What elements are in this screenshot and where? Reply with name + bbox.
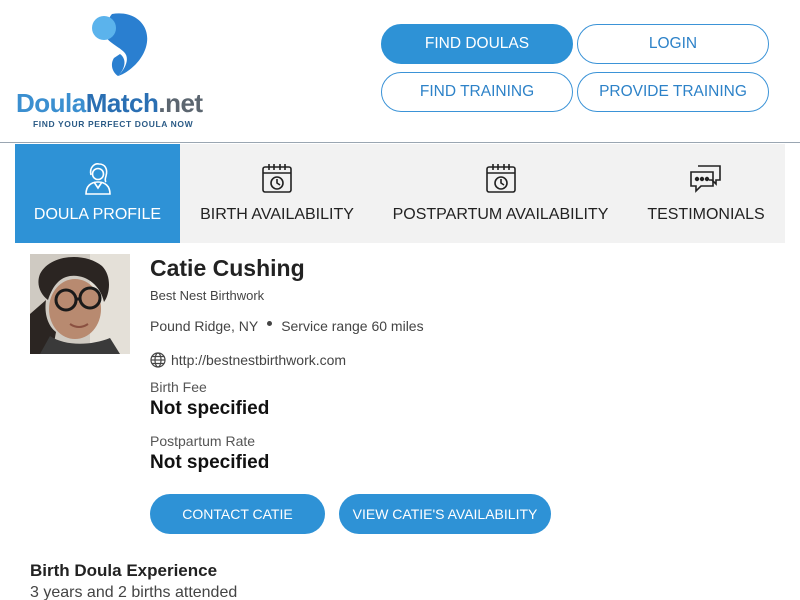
postpartum-rate-value: Not specified bbox=[150, 452, 270, 473]
tab-testimonials[interactable]: TESTIMONIALS bbox=[640, 144, 772, 243]
website-url[interactable]: http://bestnestbirthwork.com bbox=[171, 352, 346, 368]
separator-dot bbox=[267, 320, 273, 326]
login-button[interactable]: LOGIN bbox=[577, 24, 769, 64]
logo-text-net: .net bbox=[158, 88, 203, 118]
calendar-clock-icon bbox=[259, 160, 295, 196]
tab-birth-availability[interactable]: BIRTH AVAILABILITY bbox=[187, 144, 367, 243]
find-training-button[interactable]: FIND TRAINING bbox=[381, 72, 573, 112]
doula-avatar-icon bbox=[80, 160, 116, 196]
logo-mark-icon bbox=[92, 13, 148, 76]
tab-doula-profile[interactable]: DOULA PROFILE bbox=[15, 144, 180, 243]
birth-fee-value: Not specified bbox=[150, 398, 270, 419]
logo-text-match: Match bbox=[85, 88, 159, 118]
business-name: Best Nest Birthwork bbox=[150, 288, 265, 303]
postpartum-rate-label: Postpartum Rate bbox=[150, 433, 256, 449]
tab-label: TESTIMONIALS bbox=[647, 206, 765, 223]
location-text: Pound Ridge, NY bbox=[150, 318, 259, 334]
logo-text-doula: Doula bbox=[16, 88, 86, 118]
tab-label: POSTPARTUM AVAILABILITY bbox=[392, 206, 609, 223]
chat-bubbles-icon bbox=[688, 160, 724, 196]
site-header: DoulaMatch.net FIND YOUR PERFECT DOULA N… bbox=[0, 0, 800, 143]
logo-tagline: FIND YOUR PERFECT DOULA NOW bbox=[33, 119, 194, 129]
service-range-text: Service range 60 miles bbox=[281, 318, 424, 334]
profile-section: Catie Cushing Best Nest Birthwork Pound … bbox=[0, 243, 800, 600]
experience-title: Birth Doula Experience bbox=[30, 561, 218, 580]
tab-postpartum-availability[interactable]: POSTPARTUM AVAILABILITY bbox=[387, 144, 614, 243]
doula-name: Catie Cushing bbox=[150, 255, 305, 281]
logo-wordmark: DoulaMatch.net bbox=[16, 88, 203, 119]
location-line: Pound Ridge, NY Service range 60 miles bbox=[150, 318, 424, 334]
find-doulas-button[interactable]: FIND DOULAS bbox=[381, 24, 573, 64]
calendar-clock-icon bbox=[483, 160, 519, 196]
globe-icon bbox=[150, 352, 166, 368]
profile-photo bbox=[30, 254, 130, 354]
tab-label: DOULA PROFILE bbox=[33, 206, 162, 223]
experience-text: 3 years and 2 births attended bbox=[30, 584, 238, 600]
view-availability-button[interactable]: VIEW CATIE'S AVAILABILITY bbox=[339, 494, 551, 534]
birth-fee-label: Birth Fee bbox=[150, 379, 207, 395]
website-link[interactable]: http://bestnestbirthwork.com bbox=[150, 352, 346, 368]
provide-training-button[interactable]: PROVIDE TRAINING bbox=[577, 72, 769, 112]
contact-doula-button[interactable]: CONTACT CATIE bbox=[150, 494, 325, 534]
profile-tabs: DOULA PROFILE BIRTH AVAILABILITY POSTPAR… bbox=[15, 144, 785, 243]
tab-label: BIRTH AVAILABILITY bbox=[200, 206, 354, 223]
site-logo[interactable]: DoulaMatch.net FIND YOUR PERFECT DOULA N… bbox=[16, 10, 226, 130]
